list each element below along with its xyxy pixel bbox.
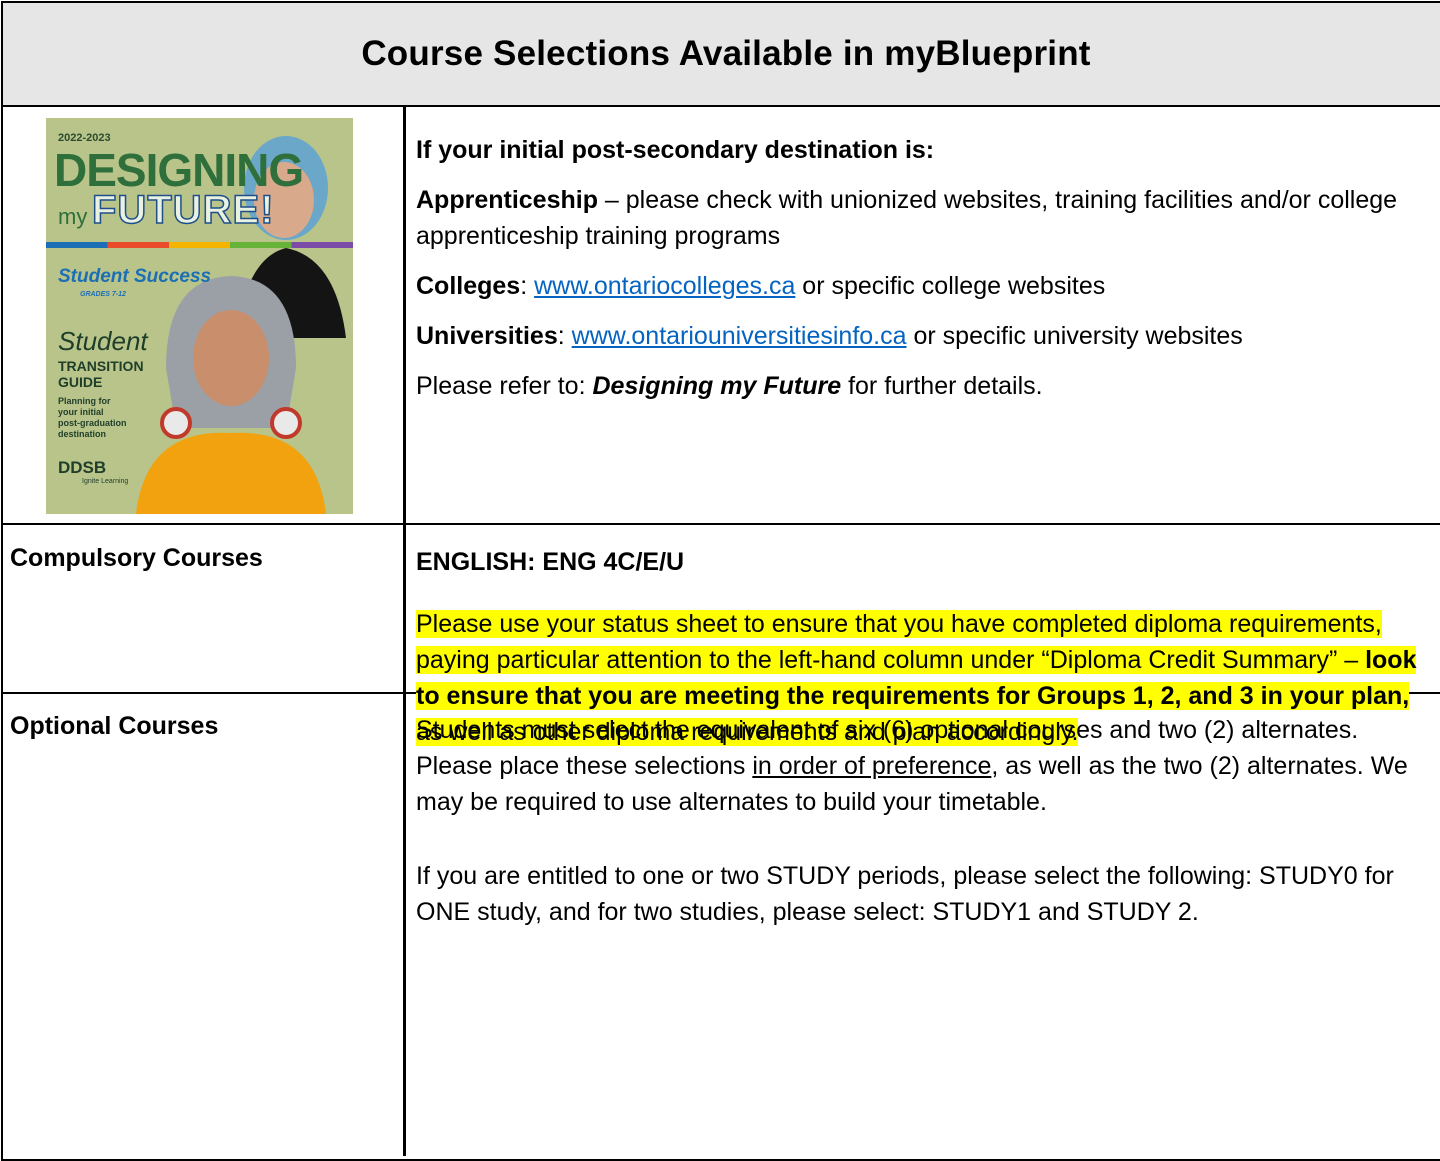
english-requirement: ENGLISH: ENG 4C/E/U [416,548,685,576]
color-stripe [46,242,353,248]
optional-paragraph-1: Students must select the equivalent of s… [416,716,1408,816]
brochure-year: 2022-2023 [58,132,111,144]
student-success-logo: Student Success GRADES 7-12 [58,266,212,298]
colleges-link[interactable]: www.ontariocolleges.ca [534,272,795,300]
destination-heading: If your initial post-secondary destinati… [416,136,935,164]
brochure-student: Student [58,326,148,356]
colleges-paragraph: Colleges: www.ontariocolleges.ca or spec… [416,272,1106,300]
row-divider [1,523,1440,525]
compulsory-label: Compulsory Courses [10,544,263,572]
brochure-title-my: my [58,204,88,229]
optional-paragraph-2: If you are entitled to one or two STUDY … [416,862,1394,926]
brochure-title-future: FUTURE! [91,187,275,233]
brochure-transition-guide: TRANSITION GUIDE [58,358,144,390]
universities-paragraph: Universities: www.ontariouniversitiesinf… [416,322,1243,350]
document-page: Course Selections Available in myBluepri… [0,0,1440,1161]
ddsb-logo: DDSB Ignite Learning [58,458,129,485]
brochure-cover-image: 2022-2023 DESIGNING my FUTURE! Student S… [46,118,353,514]
optional-label: Optional Courses [10,712,219,740]
optional-cell: Students must select the equivalent of s… [416,712,1440,930]
apprenticeship-paragraph: Apprenticeship – please check with union… [416,186,1398,250]
refer-paragraph: Please refer to: Designing my Future for… [416,372,1043,400]
brochure-title: DESIGNING [54,144,304,196]
universities-link[interactable]: www.ontariouniversitiesinfo.ca [572,322,907,350]
brochure-planning-text: Planning for your initial post-graduatio… [58,396,127,439]
destination-cell: If your initial post-secondary destinati… [416,132,1440,404]
column-divider [403,107,406,1156]
